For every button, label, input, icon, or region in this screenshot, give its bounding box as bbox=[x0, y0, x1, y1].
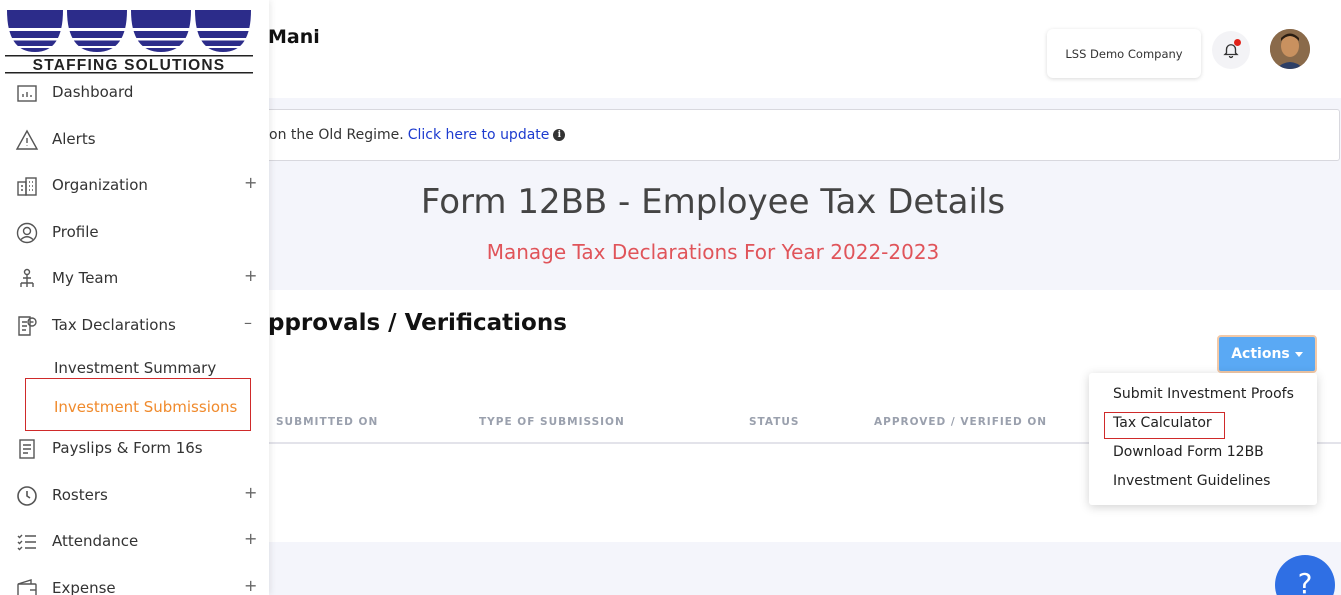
column-status: STATUS bbox=[749, 416, 800, 428]
sidebar-item-label: Tax Declarations bbox=[52, 316, 176, 334]
menu-item-download-form-12bb[interactable]: Download Form 12BB bbox=[1113, 444, 1264, 460]
sidebar-subitem-investment-submissions[interactable]: Investment Submissions bbox=[54, 398, 237, 416]
expand-icon[interactable]: + bbox=[244, 483, 257, 502]
sidebar-item-attendance[interactable]: Attendance + bbox=[0, 524, 269, 560]
caret-down-icon bbox=[1294, 351, 1303, 357]
info-icon[interactable]: i bbox=[553, 129, 566, 141]
user-circle-icon bbox=[16, 222, 38, 244]
sidebar-item-profile[interactable]: Profile bbox=[0, 215, 269, 251]
warning-icon bbox=[15, 129, 39, 150]
notification-badge bbox=[1234, 39, 1241, 46]
collapse-icon[interactable]: – bbox=[244, 313, 252, 332]
wallet-icon bbox=[17, 579, 37, 595]
banner-text: on the Old Regime. bbox=[269, 127, 404, 143]
sidebar-item-label: Rosters bbox=[52, 486, 108, 504]
checklist-icon bbox=[17, 534, 36, 551]
sidebar-item-label: Organization bbox=[52, 176, 148, 194]
help-icon: ? bbox=[1297, 567, 1313, 595]
menu-item-investment-guidelines[interactable]: Investment Guidelines bbox=[1113, 473, 1270, 489]
logo-text: STAFFING SOLUTIONS bbox=[33, 57, 226, 74]
sidebar-item-tax-declarations[interactable]: Tax Declarations – bbox=[0, 308, 269, 344]
page-title: Form 12BB - Employee Tax Details bbox=[420, 182, 1006, 222]
expand-icon[interactable]: + bbox=[244, 529, 257, 548]
sidebar-item-organization[interactable]: Organization + bbox=[0, 168, 269, 204]
expand-icon[interactable]: + bbox=[244, 266, 257, 285]
building-icon bbox=[17, 177, 37, 196]
expand-icon[interactable]: + bbox=[244, 173, 257, 192]
user-name: Mani bbox=[268, 26, 320, 48]
team-icon bbox=[20, 268, 34, 287]
page-subtitle: Manage Tax Declarations For Year 2022-20… bbox=[486, 240, 940, 264]
menu-item-submit-investment-proofs[interactable]: Submit Investment Proofs bbox=[1113, 386, 1294, 402]
sidebar-item-dashboard[interactable]: Dashboard bbox=[0, 75, 269, 111]
sidebar-item-label: Profile bbox=[52, 223, 99, 241]
sidebar-item-alerts[interactable]: Alerts bbox=[0, 122, 269, 158]
company-logo[interactable]: STAFFING SOLUTIONS bbox=[5, 0, 253, 75]
tax-regime-banner: on the Old Regime. Click here to update … bbox=[250, 109, 1340, 161]
expand-icon[interactable]: + bbox=[244, 576, 257, 595]
column-submitted-on: SUBMITTED ON bbox=[276, 416, 379, 428]
company-selector[interactable]: LSS Demo Company bbox=[1047, 29, 1201, 78]
sidebar-subitem-investment-summary[interactable]: Investment Summary bbox=[54, 359, 216, 377]
actions-label: Actions bbox=[1231, 346, 1290, 362]
sidebar-item-expense[interactable]: Expense + bbox=[0, 571, 269, 595]
column-approved-verified-on: APPROVED / VERIFIED ON bbox=[874, 416, 1048, 428]
clock-icon bbox=[17, 486, 37, 506]
dashboard-icon bbox=[17, 85, 37, 102]
avatar[interactable] bbox=[1270, 29, 1310, 69]
sidebar-item-my-team[interactable]: My Team + bbox=[0, 261, 269, 297]
payslip-icon bbox=[19, 439, 35, 459]
sidebar-item-label: Expense bbox=[52, 579, 116, 595]
menu-item-tax-calculator[interactable]: Tax Calculator bbox=[1113, 415, 1212, 431]
sidebar-item-label: Alerts bbox=[52, 130, 96, 148]
help-button[interactable]: ? bbox=[1275, 555, 1335, 595]
actions-button[interactable]: Actions bbox=[1217, 335, 1317, 373]
sidebar-item-label: Dashboard bbox=[52, 83, 134, 101]
sidebar-item-label: Attendance bbox=[52, 532, 139, 550]
notifications-button[interactable] bbox=[1212, 31, 1250, 69]
actions-dropdown-menu: Submit Investment Proofs Tax Calculator … bbox=[1089, 373, 1317, 505]
tax-document-icon bbox=[18, 316, 37, 336]
sidebar-item-payslips[interactable]: Payslips & Form 16s bbox=[0, 431, 269, 467]
sidebar-item-rosters[interactable]: Rosters + bbox=[0, 478, 269, 514]
sidebar-item-label: My Team bbox=[52, 269, 119, 287]
sidebar: STAFFING SOLUTIONS Dashboard Alerts Orga… bbox=[0, 0, 269, 595]
section-title: pprovals / Verifications bbox=[268, 310, 567, 336]
column-type-of-submission: TYPE OF SUBMISSION bbox=[479, 416, 625, 428]
sidebar-item-label: Payslips & Form 16s bbox=[52, 439, 203, 457]
update-regime-link[interactable]: Click here to update bbox=[408, 127, 550, 143]
